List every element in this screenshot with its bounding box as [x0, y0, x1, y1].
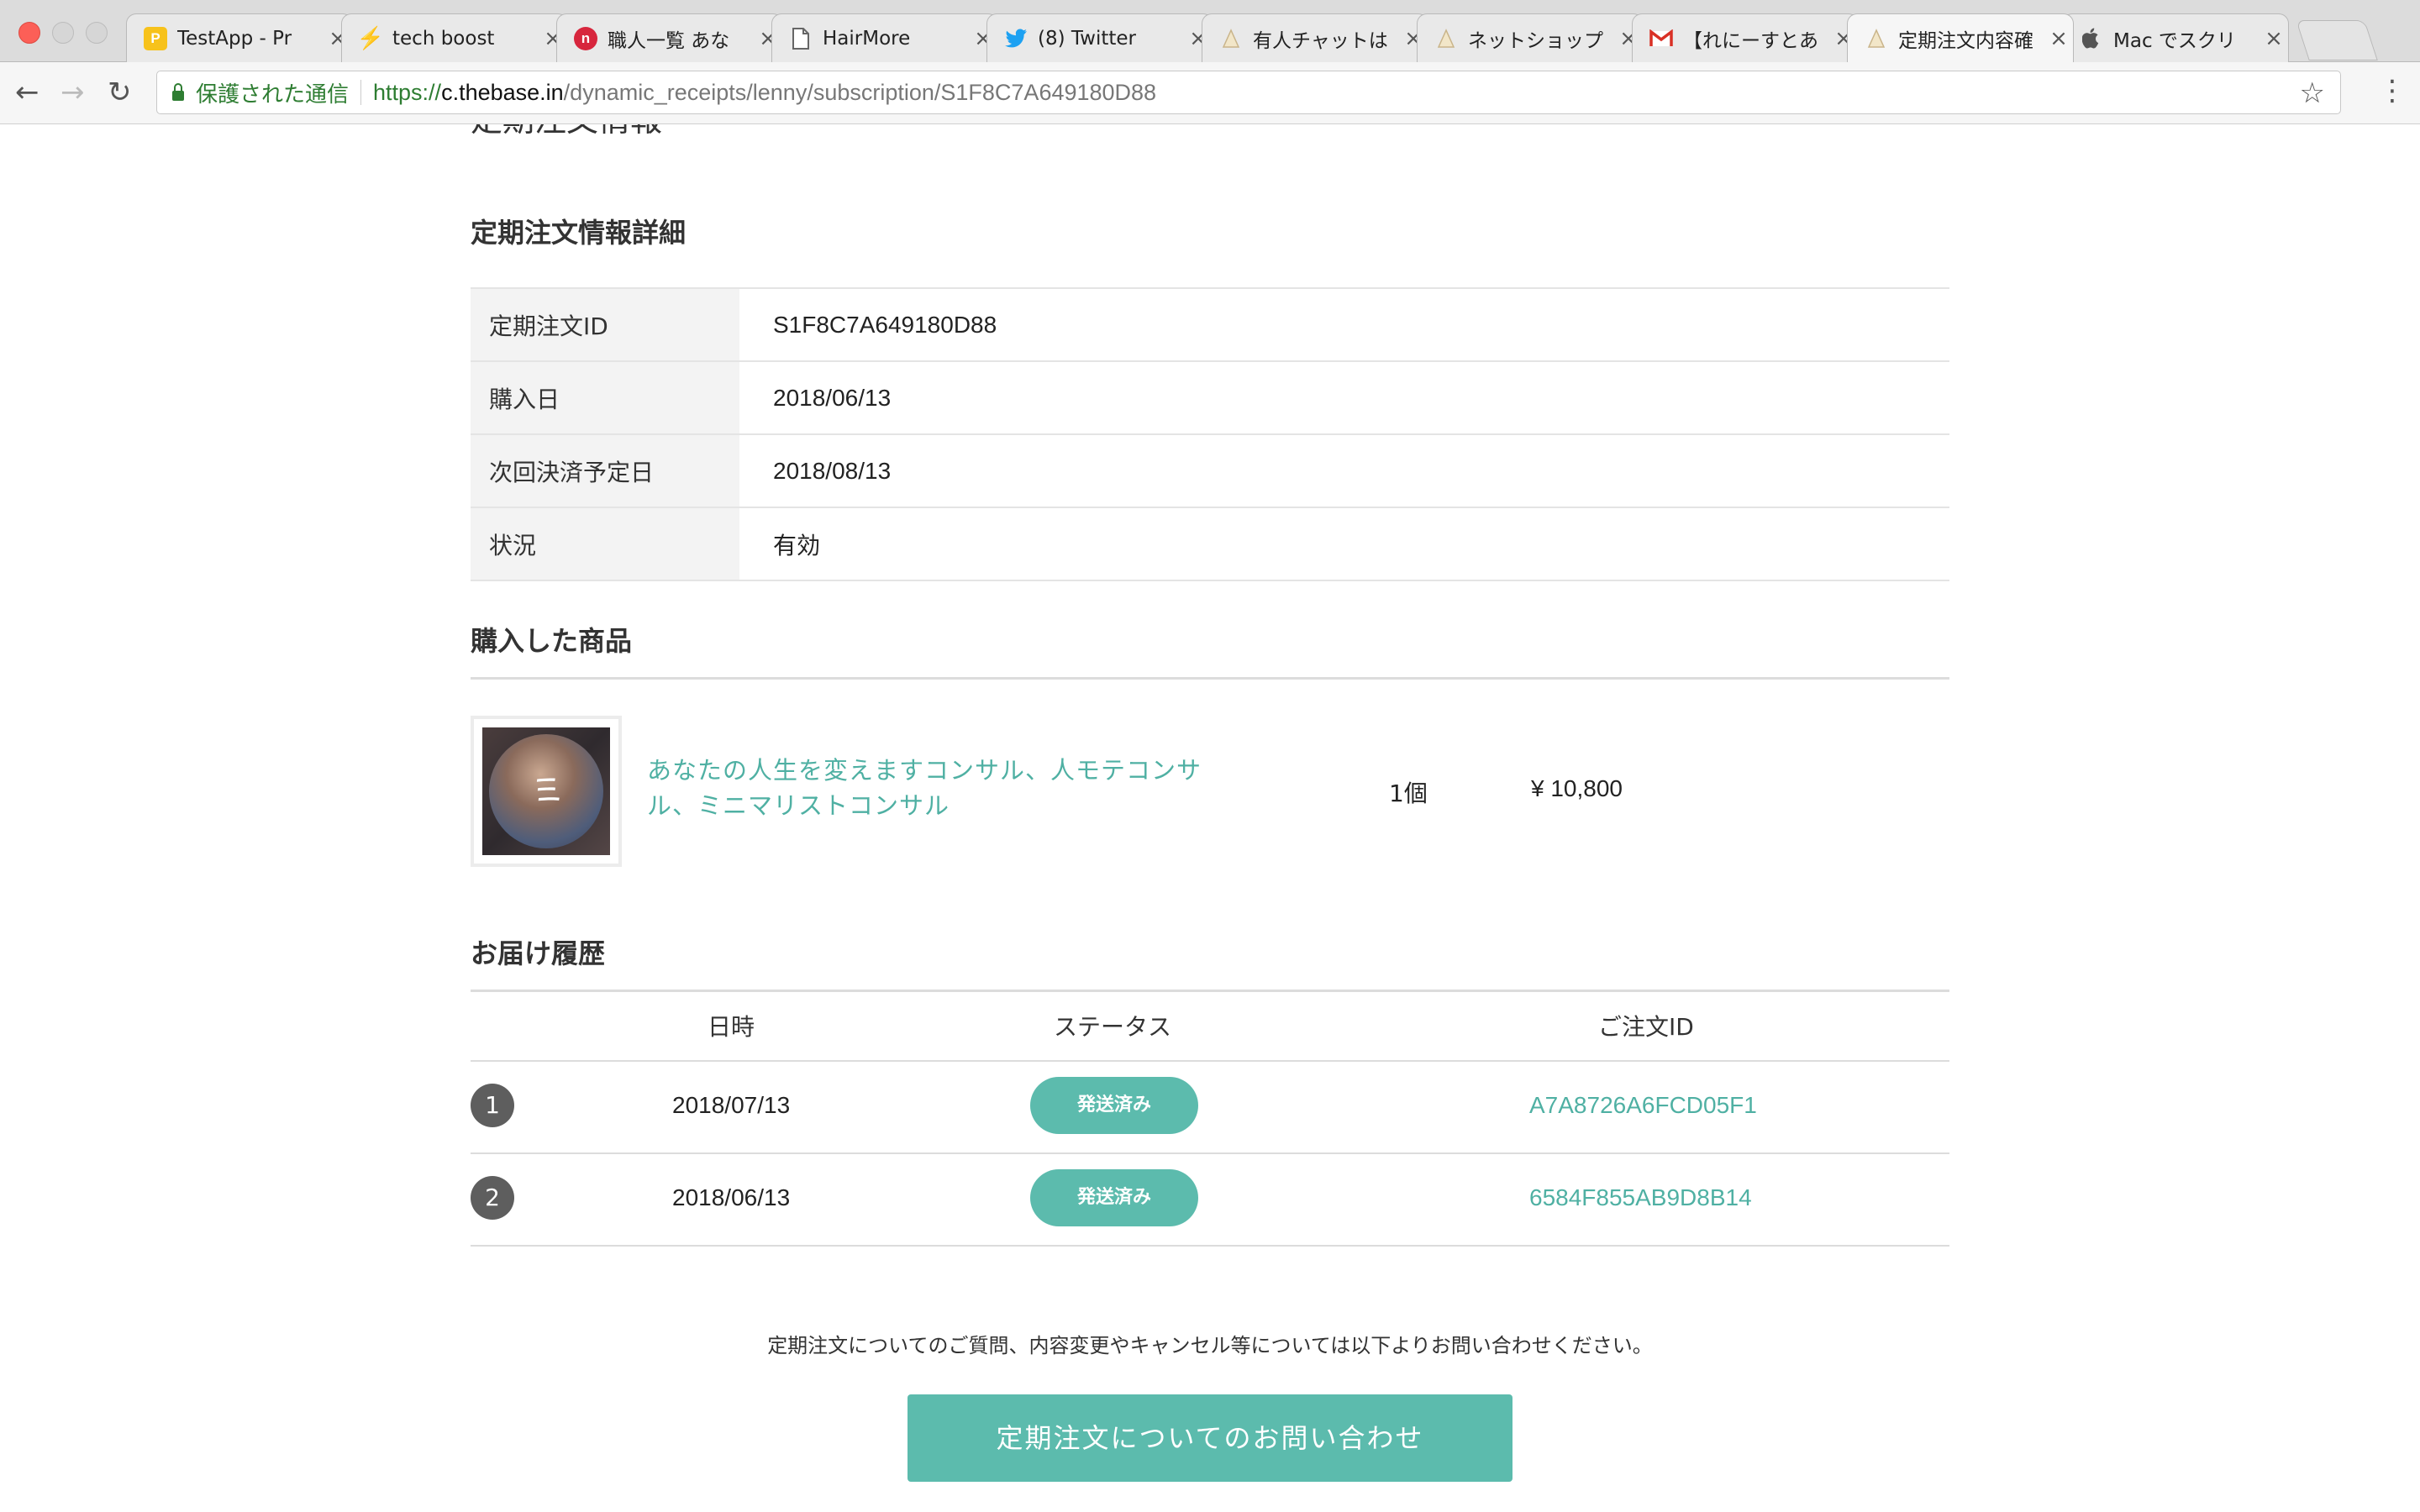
details-label: 次回決済予定日 [471, 433, 739, 508]
reload-icon[interactable]: ↻ [108, 76, 132, 109]
table-row: 状況 有効 [471, 507, 1949, 581]
details-value: 2018/06/13 [739, 360, 1949, 435]
tab-title: (8) Twitter [1038, 27, 1136, 50]
tab-title: Mac でスクリ [2113, 29, 2236, 52]
page-title: 定期注文情報 [471, 124, 662, 140]
browser-toolbar: ← → ↻ 保護された通信 https://c.thebase.in/dynam… [0, 62, 2420, 124]
tab-title: 職人一覧 あな [608, 29, 730, 52]
history-row-date: 2018/06/13 [672, 1184, 791, 1210]
details-label: 定期注文ID [471, 287, 739, 362]
secure-connection-label: 保護された通信 [196, 81, 350, 108]
avatar: ミ [489, 734, 603, 848]
gmail-icon [1649, 27, 1673, 50]
tab-twitter[interactable]: (8) Twitter × [986, 13, 1213, 62]
history-row-line [471, 1152, 1949, 1154]
history-divider [471, 990, 1949, 992]
close-tab-icon[interactable]: × [2260, 26, 2288, 51]
twitter-bird-icon [1004, 27, 1028, 50]
url-text[interactable]: https://c.thebase.in/dynamic_receipts/le… [373, 80, 1156, 106]
yellow-p-icon: P [144, 26, 167, 50]
history-row-line [471, 1245, 1949, 1247]
lock-icon [172, 83, 184, 101]
url-path: /dynamic_receipts/lenny/subscription/S1F… [563, 79, 1157, 105]
close-tab-icon[interactable]: × [2044, 26, 2073, 51]
history-header-line [471, 1060, 1949, 1062]
address-bar[interactable]: 保護された通信 https://c.thebase.in/dynamic_rec… [156, 71, 2341, 114]
red-n-icon: n [574, 26, 597, 50]
order-id-link[interactable]: 6584F855AB9D8B14 [1529, 1184, 1752, 1211]
shipped-status-badge: 発送済み [1030, 1169, 1198, 1226]
details-title: 定期注文情報詳細 [471, 217, 687, 249]
table-row: 定期注文ID S1F8C7A649180D88 [471, 287, 1949, 362]
tab-chat[interactable]: 有人チャットは × [1202, 13, 1428, 62]
tab-shokunin[interactable]: n 職人一覧 あな × [556, 13, 783, 62]
product-thumbnail[interactable]: ミ [471, 716, 622, 867]
base-logo-icon [1865, 27, 1888, 50]
tab-title: ネットショップ [1468, 29, 1603, 52]
document-icon [789, 27, 813, 50]
tab-title: 【れにーすとあ [1683, 29, 1818, 52]
tab-gmail[interactable]: 【れにーすとあ × [1632, 13, 1859, 62]
tab-title: 定期注文内容確 [1898, 29, 2033, 52]
forward-arrow-icon[interactable]: → [60, 76, 85, 109]
url-scheme: https:// [373, 79, 442, 105]
product-price: ¥ 10,800 [1531, 775, 1623, 801]
details-table: 定期注文ID S1F8C7A649180D88 購入日 2018/06/13 次… [471, 287, 1949, 581]
minimize-window-button[interactable] [52, 22, 74, 44]
avatar-overlay-mark: ミ [526, 768, 570, 815]
shipped-status-badge: 発送済み [1030, 1077, 1198, 1134]
details-label: 購入日 [471, 360, 739, 435]
tab-title: 有人チャットは [1253, 29, 1388, 52]
history-title: お届け履歴 [471, 937, 606, 969]
product-image: ミ [482, 727, 610, 855]
tab-testapp[interactable]: P TestApp - Pr × [126, 13, 353, 62]
tab-netshop[interactable]: ネットショップ × [1417, 13, 1644, 62]
history-header-order-id: ご注文ID [1598, 1013, 1694, 1041]
tab-mac[interactable]: Mac でスクリ × [2062, 13, 2289, 62]
menu-kebab-icon[interactable]: ⋮ [2378, 74, 2407, 108]
products-divider [471, 677, 1949, 680]
history-row-number: 2 [471, 1176, 514, 1220]
zoom-window-button[interactable] [86, 22, 108, 44]
tab-list: P TestApp - Pr × ⚡ tech boost × n 職人一覧 あ… [126, 13, 2412, 62]
details-label: 状況 [471, 507, 739, 581]
subscription-inquiry-button[interactable]: 定期注文についてのお問い合わせ [908, 1394, 1512, 1482]
bolt-icon: ⚡ [356, 25, 385, 50]
address-separator [360, 80, 362, 105]
bookmark-star-icon[interactable]: ☆ [2300, 76, 2325, 110]
tab-tech-boost[interactable]: ⚡ tech boost × [341, 13, 568, 62]
products-title: 購入した商品 [471, 625, 633, 657]
new-tab-button[interactable] [2296, 20, 2378, 60]
tab-hairmore[interactable]: HairMore × [771, 13, 998, 62]
details-value: 2018/08/13 [739, 433, 1949, 508]
product-name-link[interactable]: あなたの人生を変えますコンサル、人モテコンサル、ミニマリストコンサル [647, 753, 1235, 823]
tab-title: HairMore [823, 27, 911, 50]
details-value: S1F8C7A649180D88 [739, 287, 1949, 362]
page-content: 定期注文情報 定期注文情報詳細 定期注文ID S1F8C7A649180D88 … [0, 124, 2420, 1512]
table-row: 購入日 2018/06/13 [471, 360, 1949, 435]
history-header-status: ステータス [1054, 1013, 1172, 1041]
tab-title: TestApp - Pr [177, 27, 292, 50]
product-quantity: 1個 [1389, 780, 1428, 807]
order-id-link[interactable]: A7A8726A6FCD05F1 [1529, 1092, 1757, 1119]
base-logo-icon [1219, 27, 1243, 50]
history-header-date: 日時 [708, 1013, 755, 1041]
tab-subscription[interactable]: 定期注文内容確 × [1847, 13, 2074, 62]
details-value: 有効 [739, 507, 1949, 581]
url-host: c.thebase.in [441, 79, 564, 105]
tab-title: tech boost [392, 27, 495, 50]
table-row: 次回決済予定日 2018/08/13 [471, 433, 1949, 508]
back-arrow-icon[interactable]: ← [15, 76, 39, 109]
tab-strip: P TestApp - Pr × ⚡ tech boost × n 職人一覧 あ… [0, 0, 2420, 62]
close-window-button[interactable] [18, 22, 40, 44]
inquiry-note: 定期注文についてのご質問、内容変更やキャンセル等については以下よりお問い合わせく… [767, 1334, 1653, 1357]
history-row-date: 2018/07/13 [672, 1092, 791, 1118]
apple-icon [2080, 27, 2103, 50]
base-logo-icon [1434, 27, 1458, 50]
history-row-number: 1 [471, 1084, 514, 1127]
